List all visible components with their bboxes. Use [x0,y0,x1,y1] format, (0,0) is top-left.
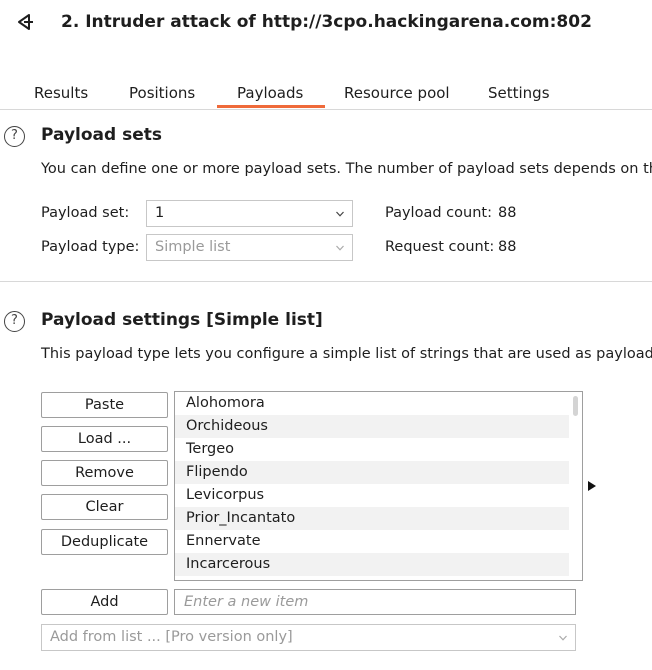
payload-count-label: Payload count: [385,205,492,221]
tab-settings[interactable]: Settings [488,84,550,102]
payload-set-select[interactable]: 1 [146,200,353,227]
list-item[interactable]: Alohomora [175,392,569,415]
chevron-down-icon [559,635,567,641]
chevron-down-icon [336,211,344,217]
payload-set-value: 1 [155,205,165,221]
request-count-value: 88 [498,239,517,255]
payload-settings-description: This payload type lets you configure a s… [41,346,652,362]
list-item[interactable]: Tergeo [175,438,569,461]
section-divider [0,281,652,282]
tab-positions[interactable]: Positions [129,84,195,102]
payload-set-label: Payload set: [41,205,130,221]
tab-resource-pool[interactable]: Resource pool [344,84,450,102]
tab-bar: Results Positions Payloads Resource pool… [0,80,652,110]
list-item[interactable]: Levicorpus [175,484,569,507]
payload-settings-title: Payload settings [Simple list] [41,310,323,330]
deduplicate-button[interactable]: Deduplicate [41,529,168,555]
add-from-list-label: Add from list ... [Pro version only] [50,629,293,645]
list-scrollbar[interactable] [573,396,578,416]
list-item[interactable]: Ennervate [175,530,569,553]
tab-payloads[interactable]: Payloads [237,84,303,102]
list-item[interactable]: Flipendo [175,461,569,484]
payload-list[interactable]: Alohomora Orchideous Tergeo Flipendo Lev… [174,391,583,581]
load-button[interactable]: Load ... [41,426,168,452]
add-from-list-select[interactable]: Add from list ... [Pro version only] [41,624,576,651]
paste-button[interactable]: Paste [41,392,168,418]
help-icon[interactable]: ? [4,126,25,147]
caret-right-icon[interactable] [586,480,598,492]
intruder-icon [18,14,33,30]
chevron-down-icon [336,245,344,251]
remove-button[interactable]: Remove [41,460,168,486]
list-item[interactable]: Prior_Incantato [175,507,569,530]
clear-button[interactable]: Clear [41,494,168,520]
payload-type-label: Payload type: [41,239,140,255]
payload-type-select[interactable]: Simple list [146,234,353,261]
tab-results[interactable]: Results [34,84,88,102]
payload-sets-title: Payload sets [41,125,162,145]
list-item[interactable]: Orchideous [175,415,569,438]
payload-count-value: 88 [498,205,517,221]
payload-sets-description: You can define one or more payload sets.… [41,161,652,177]
active-tab-indicator [217,105,325,108]
new-item-placeholder: Enter a new item [184,594,309,610]
request-count-label: Request count: [385,239,495,255]
window-title: 2. Intruder attack of http://3cpo.hackin… [61,12,592,32]
payload-type-value: Simple list [155,239,231,255]
new-item-input[interactable]: Enter a new item [174,589,576,615]
help-icon[interactable]: ? [4,311,25,332]
list-item[interactable]: Incarcerous [175,553,569,576]
add-button[interactable]: Add [41,589,168,615]
